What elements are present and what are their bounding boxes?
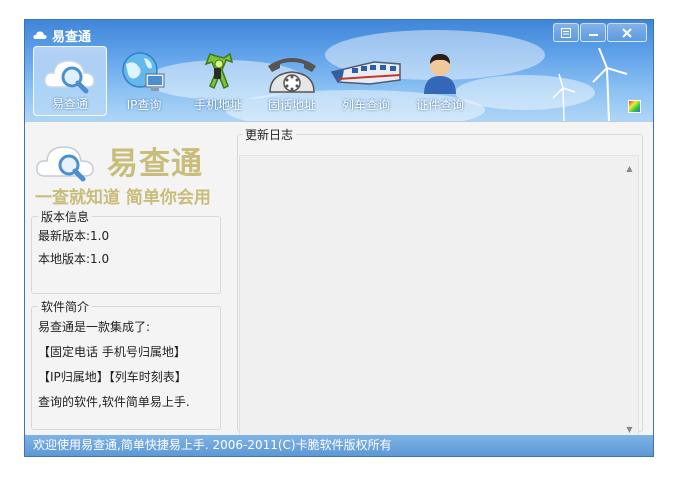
update-log-group: 更新日志 ▲ ▼	[237, 126, 643, 443]
globe-computer-icon	[122, 52, 165, 91]
status-bar: 欢迎使用易查通,简单快捷易上手. 2006-2011(C)卡脆软件版权所有	[25, 435, 653, 456]
logo-slogan: 一查就知道 简单你会用	[35, 188, 211, 208]
right-panel: 更新日志 ▲ ▼	[237, 126, 643, 443]
app-logo: 易查通 一查就知道 简单你会用	[35, 138, 231, 208]
local-version: 本地版本:1.0	[38, 252, 110, 266]
latest-version: 最新版本:1.0	[38, 229, 110, 243]
menu-icon	[561, 27, 571, 38]
telephone-icon	[268, 58, 316, 93]
header-banner: 易查通 易查通 IP查询 手机地址 固话地址 列车查询 证件查询	[25, 20, 653, 121]
tool-label: 固话地址	[267, 98, 316, 112]
app-window: 易查通 易查通 IP查询 手机地址 固话地址 列车查询 证件查询 易查通 一查就…	[24, 19, 654, 457]
minimize-icon	[588, 34, 598, 36]
logo-title: 易查通	[107, 146, 203, 182]
software-intro-group: 软件简介 易查通是一款集成了: 【固定电话 手机号归属地】 【IP归属地】【列车…	[31, 298, 221, 430]
software-intro-legend: 软件简介	[41, 300, 90, 314]
person-icon	[424, 54, 456, 94]
tool-train-query[interactable]: 列车查询	[329, 46, 403, 116]
title-bar: 易查通	[33, 26, 92, 45]
update-log-legend: 更新日志	[245, 128, 294, 142]
tool-ip-query[interactable]: IP查询	[107, 46, 181, 116]
tool-mobile-address[interactable]: 手机地址	[181, 46, 255, 116]
menu-button[interactable]	[553, 23, 579, 42]
minimize-button[interactable]	[580, 23, 606, 42]
version-info-legend: 版本信息	[41, 210, 90, 224]
tool-landline-address[interactable]: 固话地址	[255, 46, 329, 116]
left-panel: 易查通 一查就知道 简单你会用 版本信息 最新版本:1.0 本地版本:1.0 软…	[31, 126, 231, 432]
log-scrollbar[interactable]: ▲ ▼	[621, 156, 638, 442]
skin-icon[interactable]	[628, 100, 641, 113]
version-info-group: 版本信息 最新版本:1.0 本地版本:1.0	[31, 208, 221, 294]
tool-label: IP查询	[126, 98, 162, 112]
tool-label: 列车查询	[341, 98, 390, 112]
main-toolbar: 易查通 IP查询 手机地址 固话地址 列车查询 证件查询	[33, 46, 477, 118]
intro-line: 【固定电话 手机号归属地】	[38, 345, 186, 359]
intro-line: 【IP归属地】【列车时刻表】	[38, 370, 187, 384]
intro-line: 易查通是一款集成了:	[38, 320, 151, 334]
logo-cloud-icon	[36, 146, 94, 182]
close-icon	[622, 27, 632, 38]
scroll-up-arrow-icon[interactable]: ▲	[621, 160, 638, 177]
close-button[interactable]	[607, 23, 647, 42]
train-icon	[330, 61, 401, 85]
tool-id-query[interactable]: 证件查询	[403, 46, 477, 116]
window-controls	[552, 23, 647, 42]
tool-yichatong[interactable]: 易查通	[33, 46, 107, 116]
intro-line: 查询的软件,软件简单易上手.	[38, 395, 190, 409]
cloud-icon	[33, 31, 47, 39]
window-title: 易查通	[52, 29, 92, 45]
tool-label: 手机地址	[193, 98, 242, 112]
update-log-textarea[interactable]: ▲ ▼	[239, 155, 639, 443]
phone-figure-icon	[204, 52, 234, 90]
tool-label: 易查通	[51, 97, 88, 111]
wind-turbine-decoration	[552, 48, 628, 121]
cloud-search-icon	[44, 60, 95, 94]
content-area: 易查通 一查就知道 简单你会用 版本信息 最新版本:1.0 本地版本:1.0 软…	[25, 121, 653, 443]
tool-label: 证件查询	[415, 98, 464, 112]
